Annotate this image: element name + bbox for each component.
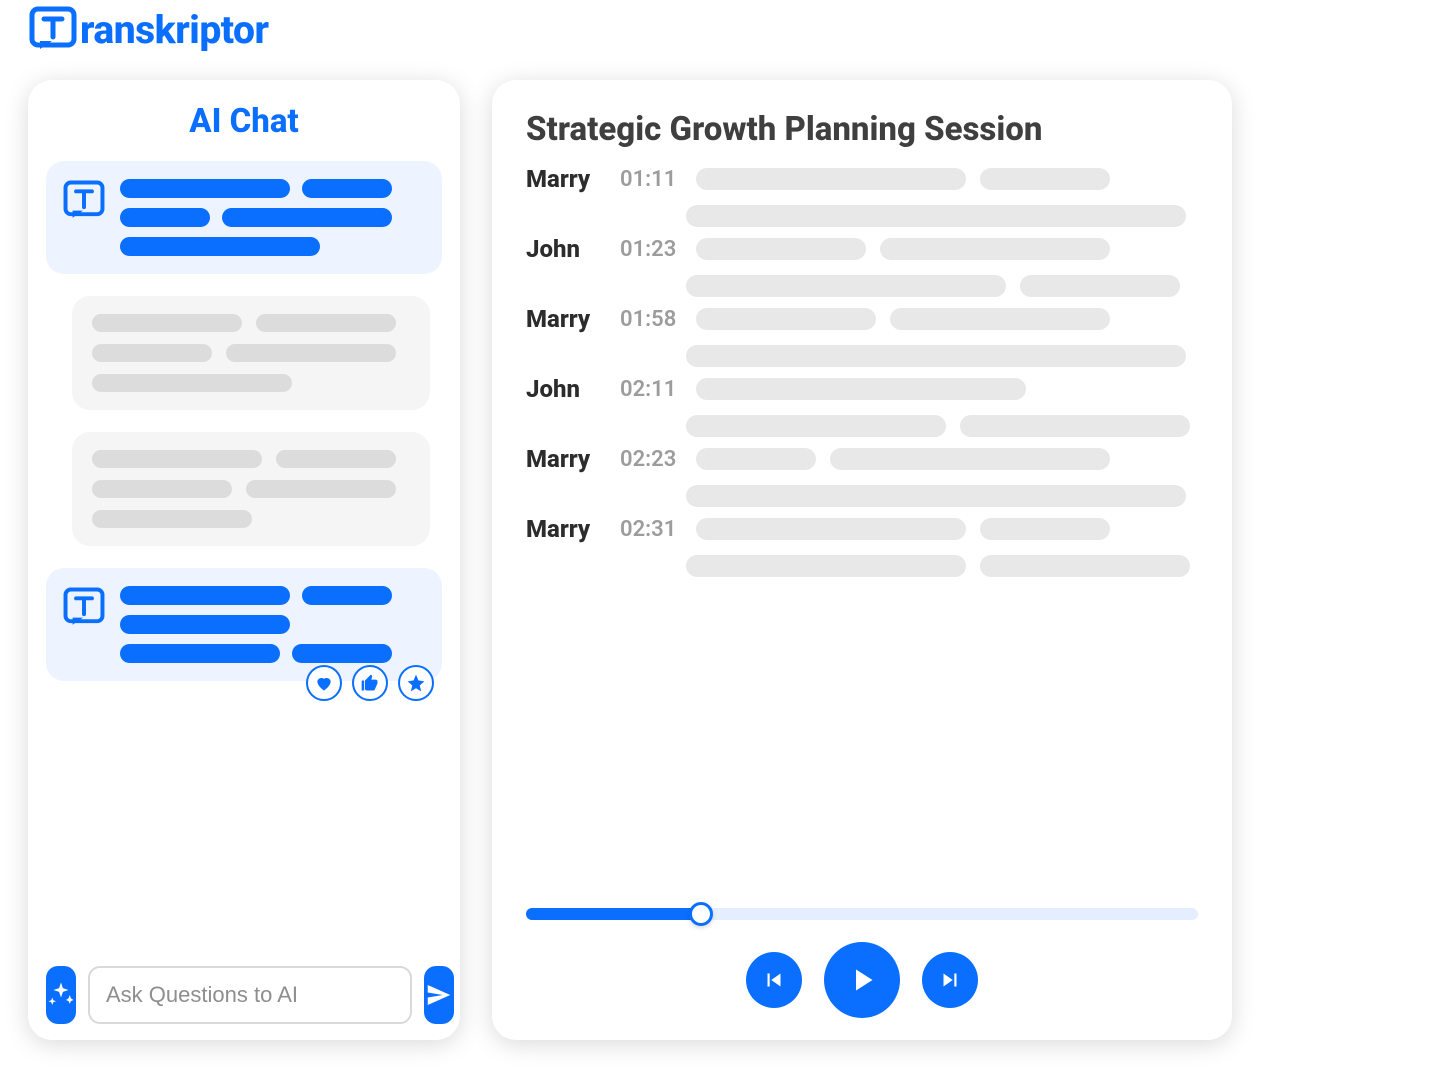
timestamp: 02:31: [620, 517, 682, 542]
message-placeholder-lines: [92, 314, 410, 392]
audio-player: [526, 908, 1198, 1018]
transcript-entry: Marry 02:23: [526, 445, 1198, 507]
message-placeholder-lines: [92, 450, 410, 528]
timestamp: 01:58: [620, 307, 682, 332]
assistant-t-icon: [62, 586, 106, 630]
speaker-name: Marry: [526, 165, 606, 193]
speaker-name: John: [526, 235, 606, 263]
timestamp: 02:23: [620, 447, 682, 472]
heart-icon: [314, 673, 334, 693]
transcript-entry: Marry 01:11: [526, 165, 1198, 227]
timestamp: 01:11: [620, 167, 682, 192]
prev-track-button[interactable]: [746, 952, 802, 1008]
logo-t-icon: [28, 5, 78, 55]
reaction-bar: [306, 665, 434, 701]
user-message: [72, 432, 430, 546]
ai-message: [46, 568, 442, 681]
play-icon: [844, 962, 880, 998]
seek-progress: [526, 908, 701, 920]
timestamp: 02:11: [620, 377, 682, 402]
thumbs-up-icon: [360, 673, 380, 693]
ai-message: [46, 161, 442, 274]
speaker-name: Marry: [526, 445, 606, 473]
brand-name: ranskriptor: [80, 7, 269, 53]
transcript-entry: John 02:11: [526, 375, 1198, 437]
skip-prev-icon: [761, 967, 787, 993]
seek-bar[interactable]: [526, 908, 1198, 920]
sparkle-icon: [46, 980, 76, 1010]
ai-sparkle-button[interactable]: [46, 966, 76, 1024]
ai-chat-panel: AI Chat: [28, 80, 460, 1040]
message-placeholder-lines: [120, 179, 422, 256]
star-icon: [406, 673, 426, 693]
star-reaction-button[interactable]: [398, 665, 434, 701]
timestamp: 01:23: [620, 237, 682, 262]
play-button[interactable]: [824, 942, 900, 1018]
seek-thumb[interactable]: [689, 902, 713, 926]
player-controls: [526, 942, 1198, 1018]
session-title: Strategic Growth Planning Session: [526, 110, 1198, 149]
assistant-t-icon: [62, 179, 106, 223]
chat-input[interactable]: [88, 966, 412, 1024]
send-button[interactable]: [424, 966, 454, 1024]
speaker-name: Marry: [526, 305, 606, 333]
transcript-entry: Marry 01:58: [526, 305, 1198, 367]
thumbs-up-reaction-button[interactable]: [352, 665, 388, 701]
chat-title: AI Chat: [46, 102, 442, 141]
message-placeholder-lines: [120, 586, 422, 663]
next-track-button[interactable]: [922, 952, 978, 1008]
chat-input-row: [46, 966, 442, 1024]
heart-reaction-button[interactable]: [306, 665, 342, 701]
user-message: [72, 296, 430, 410]
send-icon: [424, 980, 454, 1010]
skip-next-icon: [937, 967, 963, 993]
transcript-entry: Marry 02:31: [526, 515, 1198, 577]
transcript-entry: John 01:23: [526, 235, 1198, 297]
speaker-name: John: [526, 375, 606, 403]
brand-logo: ranskriptor: [28, 5, 269, 55]
transcript-panel: Strategic Growth Planning Session Marry …: [492, 80, 1232, 1040]
speaker-name: Marry: [526, 515, 606, 543]
